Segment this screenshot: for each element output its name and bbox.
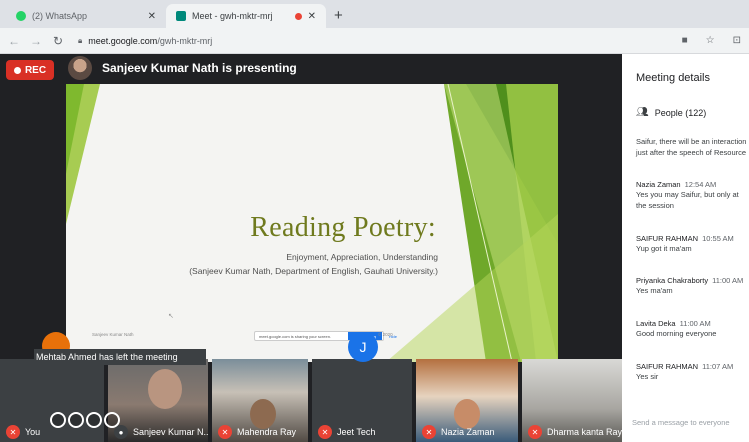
overlay-circle-icon	[50, 412, 66, 428]
lock-icon: 🔒︎	[78, 35, 83, 45]
address-bar: ← → ↻ 🔒︎ meet.google.com/gwh-mktr-mrj ■ …	[0, 28, 749, 54]
presenter-avatar	[68, 56, 92, 80]
panel-title: Meeting details	[636, 72, 710, 84]
chat-sender: SAIFUR RAHMAN	[636, 234, 699, 243]
chat-time: 11:00 AM	[679, 319, 711, 328]
avatar: J	[348, 332, 378, 362]
slide-subtitle: Enjoyment, Appreciation, Understanding	[286, 252, 438, 262]
presentation-slide: Reading Poetry: Enjoyment, Appreciation,…	[66, 84, 558, 362]
chat-time: 10:55 AM	[702, 234, 734, 243]
mic-off-icon: ✕	[218, 425, 232, 439]
chat-message: Nazia Zaman 12:54 AM Yes you may Saifur, …	[636, 180, 739, 210]
chat-sender: Priyanka Chakraborty	[636, 276, 709, 285]
video-overlay-dots	[50, 412, 120, 428]
tab-strip: (2) WhatsApp ✕ Meet - gwh-mktr-mrj ✕ +	[0, 0, 749, 28]
url-path: /gwh-mktr-mrj	[157, 35, 213, 46]
url-host: meet.google.com	[88, 35, 158, 46]
participant-name: ✕ Dharma kanta Ray	[528, 425, 622, 439]
star-icon[interactable]: ☆	[706, 35, 715, 46]
rec-label: REC	[24, 64, 47, 76]
mic-off-icon: ✕	[528, 425, 542, 439]
people-icon: 👥︎	[636, 107, 649, 118]
mouse-cursor-icon: ↖	[168, 313, 174, 320]
participant-name: ✕ Nazia Zaman	[422, 425, 495, 439]
chat-sender: Nazia Zaman	[636, 180, 681, 189]
reload-icon[interactable]: ↻	[52, 34, 64, 48]
chat-time: 11:00 AM	[712, 276, 744, 285]
participant-tile-dharma[interactable]: ✕ Dharma kanta Ray	[522, 359, 622, 442]
mic-off-icon: ✕	[318, 425, 332, 439]
chat-message: Lavita Deka 11:00 AM Good morning everyon…	[636, 319, 717, 338]
whatsapp-icon	[16, 11, 26, 21]
slide-title: Reading Poetry:	[250, 212, 436, 243]
participant-name: ✕ You	[6, 425, 40, 439]
close-tab-icon[interactable]: ✕	[148, 11, 156, 22]
presenting-banner: Sanjeev Kumar Nath is presenting	[102, 61, 297, 75]
recording-badge: REC	[6, 60, 54, 80]
tab-whatsapp[interactable]: (2) WhatsApp ✕	[6, 4, 166, 28]
tab-title: (2) WhatsApp	[32, 11, 88, 21]
chat-time: 12:54 AM	[684, 180, 717, 189]
url-field[interactable]: 🔒︎ meet.google.com/gwh-mktr-mrj	[74, 31, 664, 51]
chat-message: SAIFUR RAHMAN 10:55 AM Yup got it ma'am	[636, 234, 734, 253]
recording-indicator-icon	[294, 12, 302, 20]
chat-input[interactable]: Send a message to everyone	[632, 418, 730, 427]
overlay-circle-icon	[68, 412, 84, 428]
share-notice-text: meet.google.com is sharing your screen.	[259, 333, 332, 339]
meeting-details-panel: Meeting details 👥︎ People (122) Saifur, …	[622, 54, 749, 442]
new-tab-button[interactable]: +	[326, 4, 351, 28]
chat-time: 11:07 AM	[702, 362, 734, 371]
extension-icon[interactable]: ⊡	[733, 35, 741, 46]
participant-tile-mahendra[interactable]: ✕ Mahendra Ray	[212, 359, 308, 442]
left-meeting-toast: Mehtab Ahmed has left the meeting	[34, 349, 206, 365]
people-tab[interactable]: 👥︎ People (122)	[636, 107, 706, 118]
chat-sender: Lavita Deka	[636, 319, 676, 328]
overlay-circle-icon	[86, 412, 102, 428]
forward-icon[interactable]: →	[30, 34, 42, 48]
participant-tile-sanjeev[interactable]: ● Sanjeev Kumar N...	[108, 359, 208, 442]
chat-message: Saifur, there will be an interaction jus…	[636, 137, 747, 157]
chat-message: Priyanka Chakraborty 11:00 AM Yes ma'am	[636, 276, 744, 295]
chat-message: SAIFUR RAHMAN 11:07 AM Yes sir	[636, 362, 734, 381]
slide-author: (Sanjeev Kumar Nath, Department of Engli…	[189, 266, 438, 276]
record-dot-icon	[13, 66, 21, 74]
camera-icon[interactable]: ■	[682, 35, 688, 46]
participant-name: ● Sanjeev Kumar N...	[114, 425, 208, 439]
people-count: People (122)	[654, 107, 707, 118]
slide-footer-name: Sanjeev Kumar Nath	[92, 332, 134, 337]
meet-icon	[176, 11, 186, 21]
participant-name: ✕ Mahendra Ray	[218, 425, 296, 439]
participant-tile-jeet[interactable]: ✕ Jeet Tech	[312, 359, 412, 442]
tab-meet[interactable]: Meet - gwh-mktr-mrj ✕	[166, 4, 326, 28]
participant-name: ✕ Jeet Tech	[318, 425, 375, 439]
participant-tile-you[interactable]: ✕ You	[0, 359, 104, 442]
mic-off-icon: ✕	[422, 425, 436, 439]
back-icon[interactable]: ←	[8, 34, 20, 48]
overlay-circle-icon	[104, 412, 120, 428]
close-tab-icon[interactable]: ✕	[308, 11, 316, 22]
participant-video	[148, 369, 182, 409]
tab-title: Meet - gwh-mktr-mrj	[192, 11, 273, 21]
slide-footer-date: © 2020	[378, 332, 393, 337]
mic-off-icon: ✕	[6, 425, 20, 439]
chat-sender: SAIFUR RAHMAN	[636, 362, 699, 371]
participant-tile-nazia[interactable]: ✕ Nazia Zaman	[416, 359, 518, 442]
